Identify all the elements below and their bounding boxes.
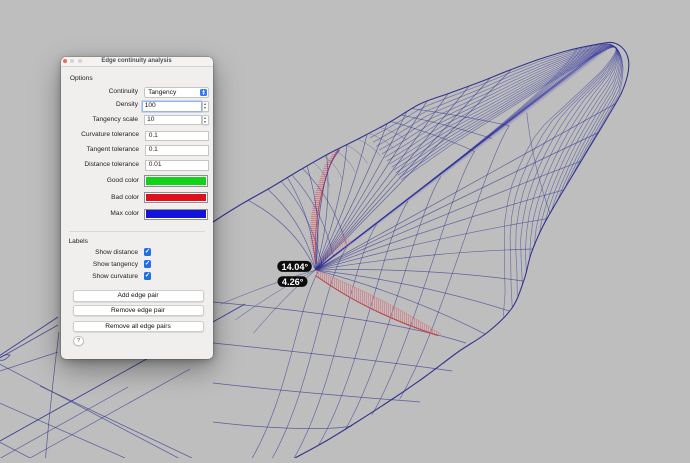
svg-text:14.04°: 14.04°: [281, 262, 308, 272]
svg-text:4.26°: 4.26°: [282, 277, 304, 287]
